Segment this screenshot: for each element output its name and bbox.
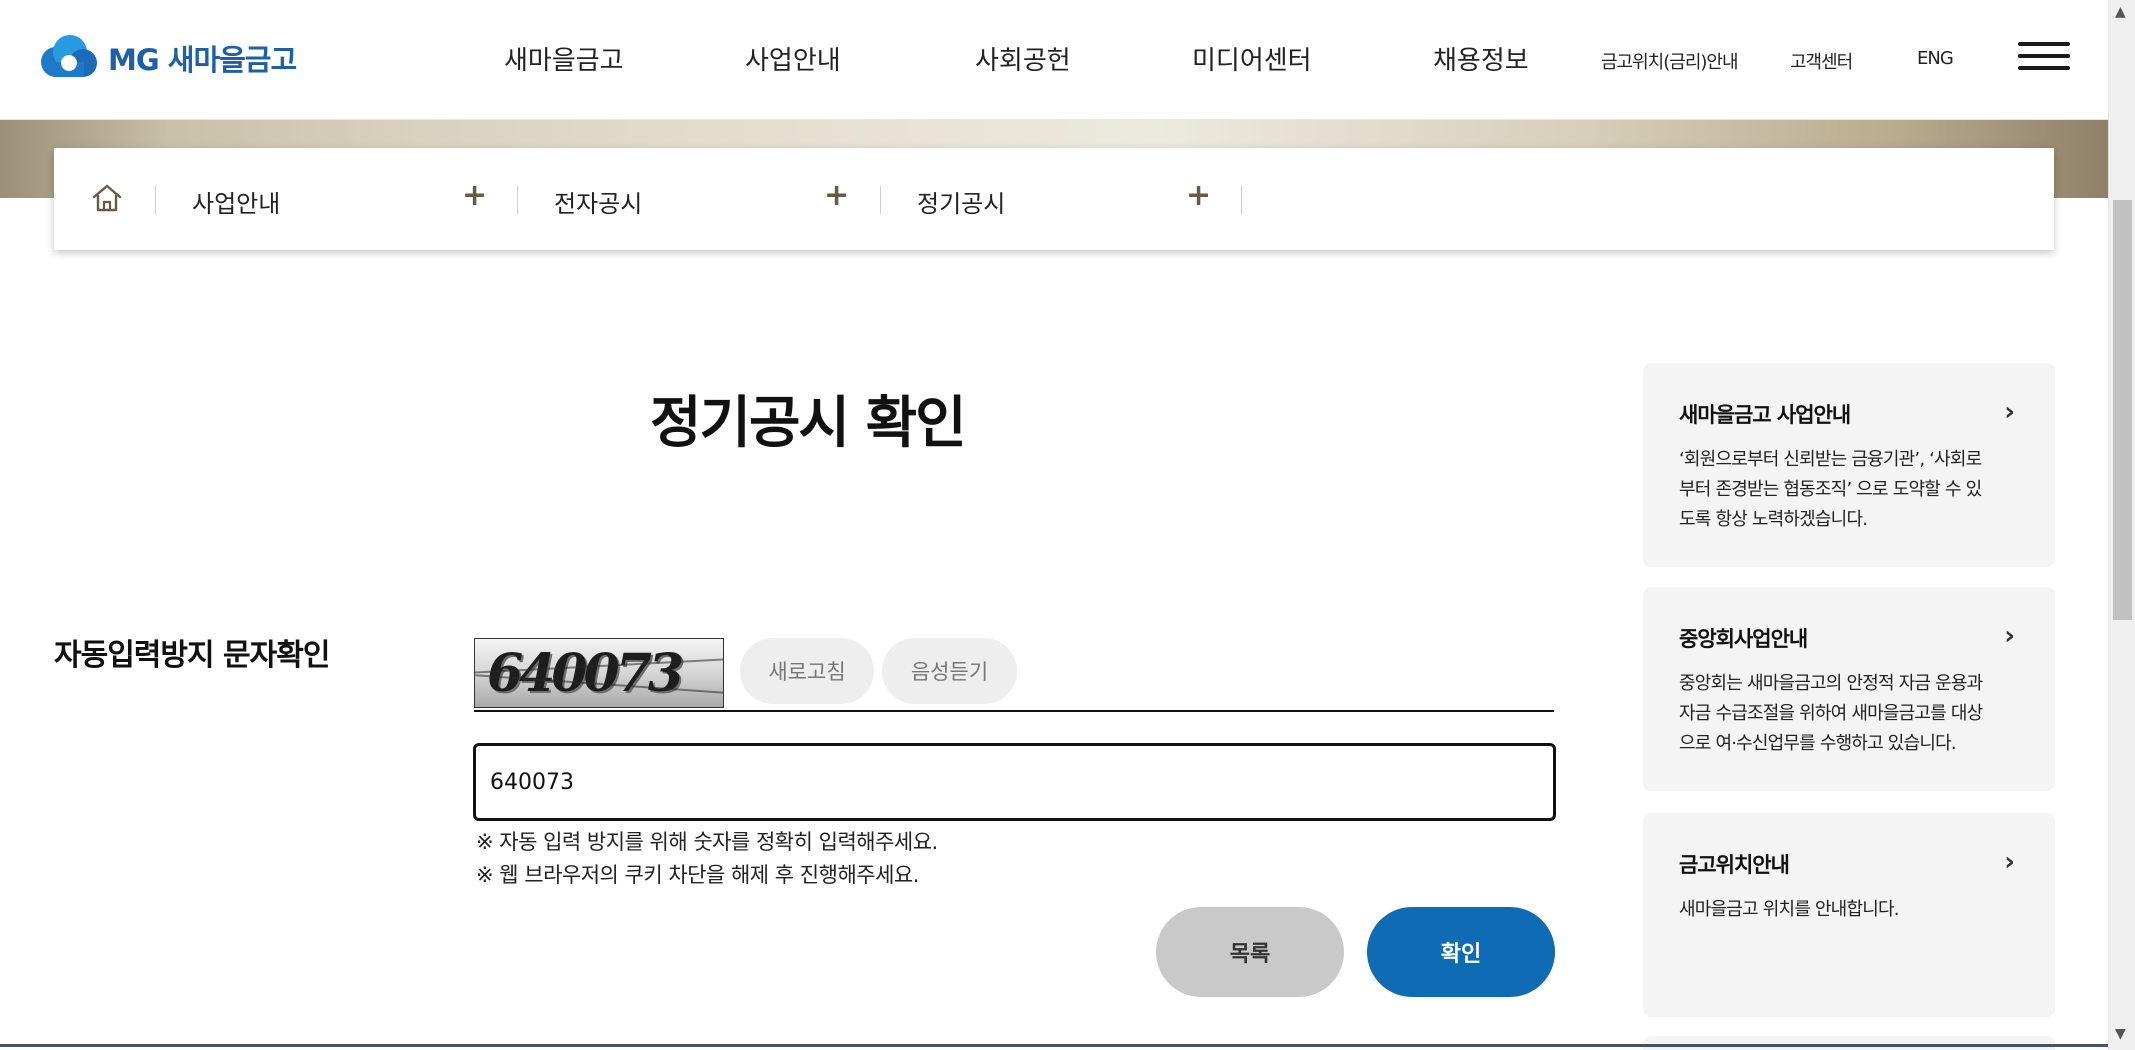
breadcrumb-item-business[interactable]: 사업안내 xyxy=(192,184,280,219)
page-scrollbar[interactable]: ▲ ▼ xyxy=(2108,0,2135,1050)
captcha-audio-button[interactable]: 음성듣기 xyxy=(882,638,1017,704)
side-card-partial[interactable] xyxy=(1643,1036,2055,1050)
captcha-refresh-button[interactable]: 새로고침 xyxy=(740,638,874,704)
card-desc-line: 도록 항상 노력하겠습니다. xyxy=(1679,509,1868,530)
util-customer-center[interactable]: 고객센터 xyxy=(1790,48,1853,74)
card-description: 새마을금고 위치를 안내합니다. xyxy=(1679,895,2021,925)
hamburger-menu-icon[interactable] xyxy=(2018,42,2070,72)
chevron-right-icon: › xyxy=(2004,397,2015,427)
card-title: 중앙회사업안내 xyxy=(1679,627,1808,651)
nav-item-saemaeul[interactable]: 새마을금고 xyxy=(504,40,624,77)
expand-plus-icon[interactable]: + xyxy=(1186,178,1211,213)
card-desc-line: ‘회원으로부터 신뢰받는 금융기관’, ‘사회로 xyxy=(1679,449,1982,470)
site-logo[interactable]: MG 새마을금고 xyxy=(38,32,297,84)
notice-cookie: ※ 웹 브라우저의 쿠키 차단을 해제 후 진행해주세요. xyxy=(476,863,919,887)
breadcrumb-divider xyxy=(880,186,881,214)
window-bottom-edge xyxy=(0,1044,2108,1047)
breadcrumb-divider xyxy=(1241,186,1242,214)
home-icon[interactable] xyxy=(90,181,124,215)
breadcrumb-divider xyxy=(517,186,518,214)
card-description: 중앙회는 새마을금고의 안정적 자금 운용과 자금 수급조절을 위하여 새마을금… xyxy=(1679,669,2021,759)
util-branch-location[interactable]: 금고위치(금리)안내 xyxy=(1601,48,1739,74)
card-desc-line: 새마을금고 위치를 안내합니다. xyxy=(1679,899,1899,920)
card-desc-line: 자금 수급조절을 위하여 새마을금고를 대상 xyxy=(1679,703,1983,724)
nav-item-media[interactable]: 미디어센터 xyxy=(1192,40,1312,77)
chevron-right-icon: › xyxy=(2004,621,2015,651)
confirm-button[interactable]: 확인 xyxy=(1367,907,1555,997)
nav-item-business[interactable]: 사업안내 xyxy=(745,40,841,77)
side-card-business[interactable]: 새마을금고 사업안내 › ‘회원으로부터 신뢰받는 금융기관’, ‘사회로 부터… xyxy=(1643,363,2055,567)
card-description: ‘회원으로부터 신뢰받는 금융기관’, ‘사회로 부터 존경받는 협동조직’ 으… xyxy=(1679,445,2021,535)
chevron-right-icon: › xyxy=(2004,847,2015,877)
list-button[interactable]: 목록 xyxy=(1156,907,1344,997)
captcha-label: 자동입력방지 문자확인 xyxy=(54,638,330,673)
side-card-central[interactable]: 중앙회사업안내 › 중앙회는 새마을금고의 안정적 자금 운용과 자금 수급조절… xyxy=(1643,587,2055,791)
card-desc-line: 부터 존경받는 협동조직’ 으로 도약할 수 있 xyxy=(1679,479,1982,500)
captcha-image-text: 640073 xyxy=(487,643,684,704)
breadcrumb-divider xyxy=(155,186,156,214)
scroll-up-icon[interactable]: ▲ xyxy=(2115,4,2126,20)
card-desc-line: 중앙회는 새마을금고의 안정적 자금 운용과 xyxy=(1679,673,1983,694)
site-header: MG 새마을금고 새마을금고 사업안내 사회공헌 미디어센터 채용정보 금고위치… xyxy=(0,0,2108,120)
scroll-down-icon[interactable]: ▼ xyxy=(2115,1026,2126,1042)
breadcrumb-item-disclosure[interactable]: 전자공시 xyxy=(554,184,642,219)
breadcrumb: 사업안내 + 전자공시 + 정기공시 + xyxy=(54,148,2054,250)
card-title: 금고위치안내 xyxy=(1679,853,1790,877)
nav-item-careers[interactable]: 채용정보 xyxy=(1433,40,1529,77)
card-desc-line: 으로 여·수신업무를 수행하고 있습니다. xyxy=(1679,733,1957,754)
notice-number-input: ※ 자동 입력 방지를 위해 숫자를 정확히 입력해주세요. xyxy=(476,830,938,854)
expand-plus-icon[interactable]: + xyxy=(824,178,849,213)
scroll-thumb[interactable] xyxy=(2113,200,2132,620)
captcha-divider xyxy=(474,710,1554,712)
captcha-input[interactable] xyxy=(473,743,1556,821)
breadcrumb-item-regular[interactable]: 정기공시 xyxy=(917,184,1005,219)
logo-text: MG 새마을금고 xyxy=(108,43,297,77)
side-card-location[interactable]: 금고위치안내 › 새마을금고 위치를 안내합니다. xyxy=(1643,813,2055,1017)
util-english[interactable]: ENG xyxy=(1917,48,1954,69)
captcha-image: 640073 xyxy=(474,638,724,708)
expand-plus-icon[interactable]: + xyxy=(462,178,487,213)
nav-item-social[interactable]: 사회공헌 xyxy=(975,40,1071,77)
page-title: 정기공시 확인 xyxy=(650,391,967,456)
cloud-logo-icon xyxy=(38,32,100,84)
card-title: 새마을금고 사업안내 xyxy=(1679,403,1851,427)
